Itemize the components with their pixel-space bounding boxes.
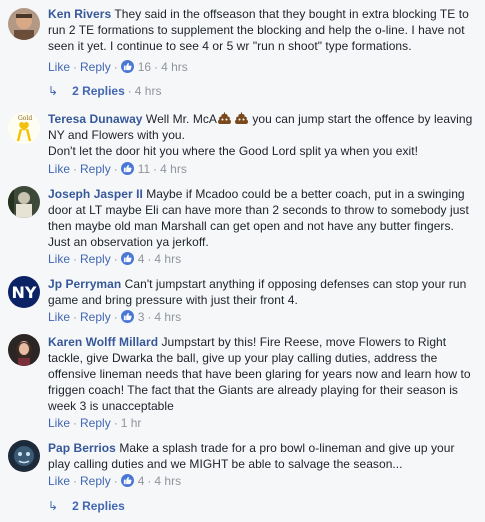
- comment-time[interactable]: 4 hrs: [154, 474, 181, 488]
- comment-actions: Like · Reply · 11 · 4 hrs: [48, 162, 187, 176]
- thumbs-up-icon[interactable]: [120, 162, 134, 175]
- comment-time[interactable]: 4 hrs: [161, 60, 188, 74]
- reply-button[interactable]: Reply: [80, 416, 111, 430]
- like-button[interactable]: Like: [48, 416, 70, 430]
- comment-body: Teresa Dunaway Well Mr. McA you can jump…: [48, 111, 479, 159]
- comment-body: Jp Perryman Can't jumpstart anything if …: [48, 276, 479, 308]
- thumbs-up-icon[interactable]: [120, 252, 134, 265]
- comment-text: Well Mr. McA: [145, 112, 217, 126]
- replies-time: 4 hrs: [134, 84, 162, 98]
- reaction-count[interactable]: 16: [138, 60, 151, 74]
- replies-count[interactable]: 2 Replies: [72, 84, 125, 98]
- comment-author[interactable]: Pap Berrios: [48, 441, 116, 455]
- reply-button[interactable]: Reply: [80, 60, 111, 74]
- like-button[interactable]: Like: [48, 474, 70, 488]
- avatar-badge-text: NY: [12, 283, 37, 302]
- comment-time[interactable]: 4 hrs: [154, 310, 181, 324]
- comment-author[interactable]: Joseph Jasper II: [48, 187, 143, 201]
- comment-body: Ken Rivers They said in the offseason th…: [48, 6, 479, 54]
- comment-body: Joseph Jasper II Maybe if Mcadoo could b…: [48, 186, 479, 250]
- comment-body: Karen Wolff Millard Jumpstart by this! F…: [48, 334, 479, 414]
- reply-button[interactable]: Reply: [80, 162, 111, 176]
- reply-button[interactable]: Reply: [80, 310, 111, 324]
- comment-time[interactable]: 4 hrs: [160, 162, 187, 176]
- view-replies[interactable]: ↳ 2 Replies · 4 hrs: [48, 83, 161, 99]
- avatar[interactable]: [8, 334, 40, 366]
- thumbs-up-icon[interactable]: [120, 60, 134, 73]
- comment-actions: Like · Reply · 16 · 4 hrs: [48, 60, 188, 74]
- reaction-count[interactable]: 11: [138, 162, 150, 176]
- avatar[interactable]: NY: [8, 276, 40, 308]
- avatar[interactable]: [8, 440, 40, 472]
- poop-emoji-icon: [234, 111, 249, 125]
- comment-text-second-line: Don't let the door hit you where the Goo…: [48, 144, 419, 158]
- comment-time[interactable]: 1 hr: [121, 416, 142, 430]
- thumbs-up-icon[interactable]: [120, 474, 134, 487]
- view-replies[interactable]: ↳ 2 Replies: [48, 498, 125, 514]
- avatar[interactable]: [8, 186, 40, 218]
- like-button[interactable]: Like: [48, 162, 70, 176]
- comment-body: Pap Berrios Make a splash trade for a pr…: [48, 440, 479, 472]
- reply-arrow-icon: ↳: [48, 84, 59, 98]
- reply-arrow-icon: ↳: [48, 499, 59, 513]
- comment-author[interactable]: Jp Perryman: [48, 277, 121, 291]
- comment-text: They said in the offseason that they bou…: [48, 7, 469, 53]
- like-button[interactable]: Like: [48, 310, 70, 324]
- like-button[interactable]: Like: [48, 252, 70, 266]
- comment-author[interactable]: Teresa Dunaway: [48, 112, 143, 126]
- comment-actions: Like · Reply · 1 hr: [48, 416, 142, 430]
- avatar[interactable]: Gold: [8, 112, 40, 144]
- avatar-badge-text: Gold: [18, 115, 32, 122]
- replies-count[interactable]: 2 Replies: [72, 499, 125, 513]
- comment-actions: Like · Reply · 4 · 4 hrs: [48, 474, 182, 488]
- reply-button[interactable]: Reply: [80, 474, 111, 488]
- thumbs-up-icon[interactable]: [120, 310, 134, 323]
- reply-button[interactable]: Reply: [80, 252, 111, 266]
- comment-actions: Like · Reply · 4 · 4 hrs: [48, 252, 182, 266]
- comment-author[interactable]: Karen Wolff Millard: [48, 335, 158, 349]
- avatar[interactable]: [8, 8, 40, 40]
- poop-emoji-icon: [217, 111, 232, 125]
- comment-time[interactable]: 4 hrs: [154, 252, 181, 266]
- comment-actions: Like · Reply · 3 · 4 hrs: [48, 310, 182, 324]
- comment-feed: Ken Rivers They said in the offseason th…: [0, 0, 485, 522]
- like-button[interactable]: Like: [48, 60, 70, 74]
- comment-author[interactable]: Ken Rivers: [48, 7, 111, 21]
